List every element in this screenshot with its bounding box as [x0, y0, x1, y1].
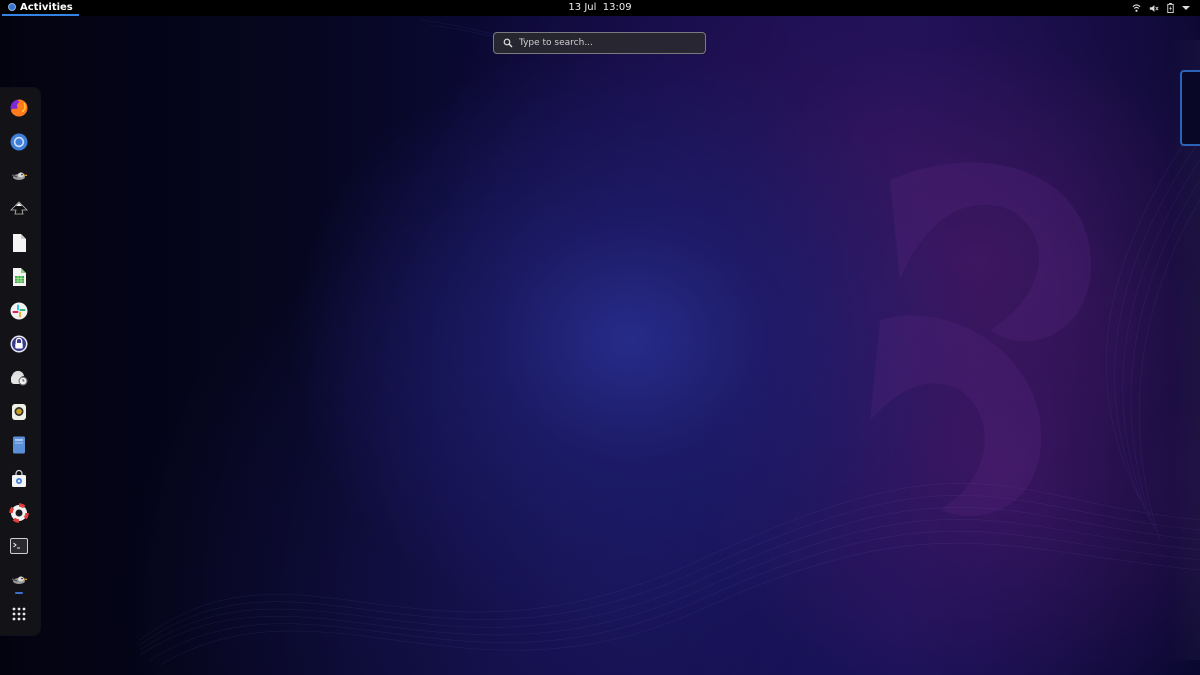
dock-item-files-archive[interactable]	[8, 434, 30, 456]
dock-item-spreadsheet[interactable]	[8, 266, 30, 288]
workspace-thumbnail[interactable]	[1180, 70, 1200, 146]
system-menu-arrow-icon	[1182, 6, 1190, 10]
dock-item-firefox[interactable]	[8, 97, 30, 119]
app-grid-icon	[12, 607, 26, 621]
spreadsheet-icon	[13, 268, 26, 286]
dock-item-inkscape[interactable]	[8, 198, 30, 220]
volume-icon	[1149, 4, 1159, 12]
system-tray[interactable]	[1132, 0, 1190, 16]
date-label: 13 Jul	[568, 2, 597, 13]
dock-item-running-app[interactable]	[8, 569, 30, 591]
dock-item-help[interactable]	[8, 502, 30, 524]
store-bag-icon	[12, 469, 26, 487]
dock-item-terminal[interactable]	[8, 535, 30, 557]
terminal-icon	[10, 538, 28, 554]
backup-clock-icon	[11, 370, 28, 386]
archive-icon	[13, 436, 25, 454]
search-input[interactable]	[519, 38, 689, 48]
dock-item-password-manager[interactable]	[8, 333, 30, 355]
desktop-wallpaper	[0, 0, 1200, 675]
network-icon	[1132, 3, 1141, 12]
top-bar: Activities 13 Jul 13:09	[0, 0, 1200, 16]
clock-button[interactable]: 13 Jul 13:09	[0, 0, 1200, 16]
dock-item-backup[interactable]	[8, 367, 30, 389]
bird-app-icon	[11, 576, 28, 584]
dock-item-text-document[interactable]	[8, 232, 30, 254]
search-box[interactable]	[493, 32, 706, 54]
slack-icon	[10, 302, 28, 320]
dock-item-chromium[interactable]	[8, 131, 30, 153]
dock-item-software-store[interactable]	[8, 468, 30, 490]
wallpaper-wave-pattern	[139, 19, 1200, 666]
dock-item-bird-app[interactable]	[8, 165, 30, 187]
battery-icon	[1167, 3, 1174, 13]
dash-dock	[0, 88, 40, 635]
dock-item-recorder[interactable]	[8, 401, 30, 423]
search-icon	[503, 38, 513, 48]
show-apps-button[interactable]	[8, 603, 30, 625]
chromium-icon	[10, 133, 28, 151]
firefox-icon	[10, 99, 28, 117]
lifebuoy-icon	[9, 503, 29, 523]
dock-item-slack[interactable]	[8, 300, 30, 322]
time-label: 13:09	[602, 2, 632, 13]
bird-app-icon	[11, 172, 28, 180]
lock-icon	[10, 335, 28, 353]
recorder-icon	[12, 404, 26, 420]
inkscape-icon	[10, 201, 28, 215]
running-indicator	[15, 592, 23, 594]
document-icon	[13, 234, 26, 252]
